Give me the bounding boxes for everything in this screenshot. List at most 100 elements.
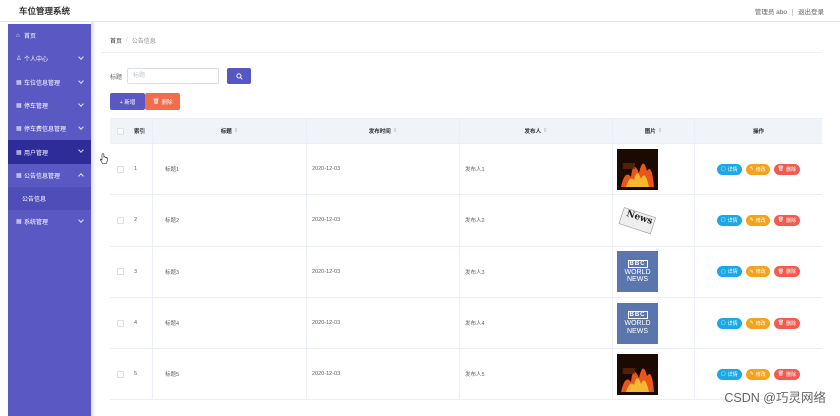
header-title[interactable]: 标题 ⇕: [152, 119, 306, 143]
cell-image: [612, 144, 694, 195]
bulk-delete-button[interactable]: 🗑 删除: [145, 93, 180, 110]
sidebar-item-label: 用户管理: [24, 150, 49, 157]
cell-date: 2020-12-03: [306, 195, 459, 246]
grid-icon: ▦: [16, 79, 22, 86]
search-input[interactable]: [127, 68, 220, 84]
header-ops: 操作: [694, 119, 822, 143]
row-checkbox[interactable]: [116, 319, 124, 327]
detail-icon: ▢: [720, 320, 726, 327]
row-checkbox[interactable]: [116, 216, 124, 224]
top-right-links: 管理员 abo 退出登录: [755, 6, 824, 16]
trash-icon: 🗑: [777, 268, 785, 275]
user-label: 管理员 abo: [754, 9, 787, 16]
cell-index: 2: [134, 217, 138, 224]
cell-title: 标题4: [152, 297, 306, 349]
fire-news-thumbnail: [617, 353, 658, 395]
chevron-up-icon: [78, 172, 84, 179]
detail-icon: ▢: [720, 217, 726, 224]
bbc-world-news-thumbnail: BBC WORLD NEWS: [617, 302, 658, 344]
search-button[interactable]: [227, 68, 252, 84]
action-row: + 新增 🗑 删除: [110, 93, 180, 110]
detail-button[interactable]: ▢ 详情: [716, 163, 742, 175]
delete-button[interactable]: 🗑 删除: [773, 163, 801, 175]
delete-button[interactable]: 🗑 删除: [773, 266, 801, 278]
sidebar-item-system[interactable]: ▦ 系统管理: [8, 210, 91, 233]
detail-icon: ▢: [720, 371, 726, 378]
grid-icon: ▦: [16, 126, 22, 133]
header-image[interactable]: 图片 ⇕: [612, 119, 694, 143]
row-checkbox[interactable]: [116, 370, 124, 378]
cell-title: 标题2: [152, 195, 306, 246]
trash-icon: 🗑: [777, 320, 785, 327]
sidebar-item-3[interactable]: ▦ 停车管理: [8, 94, 91, 117]
sidebar-item-label: 车位信息管理: [24, 80, 61, 87]
cell-publisher: 发布人1: [459, 144, 612, 195]
main-content: 首页 / 公告信息 标题 + 新增 🗑删除 索引 标题⇕ 发布时间⇕ 发布人⇕ …: [101, 28, 822, 416]
cell-ops: ▢ 详情 ✎ 修改 🗑 删除: [694, 144, 822, 195]
sidebar-item-label: 公告信息管理: [24, 173, 61, 180]
edit-button[interactable]: ✎ 修改: [745, 163, 770, 175]
sidebar-shadow: [91, 22, 96, 416]
row-checkbox[interactable]: [116, 268, 124, 276]
bulk-delete-label: 删除: [161, 99, 173, 106]
sidebar-item-5[interactable]: ▦ 用户管理: [8, 140, 91, 164]
header-date[interactable]: 发布时间 ⇕: [306, 119, 459, 143]
search-row: 标题: [110, 68, 252, 84]
edit-button[interactable]: ✎ 修改: [745, 214, 770, 226]
divider: [792, 8, 793, 16]
cell-publisher: 发布人3: [459, 246, 612, 297]
sidebar-item-4[interactable]: ▦ 停车费信息管理: [8, 117, 91, 140]
sort-icon: ⇕: [657, 128, 663, 134]
chevron-down-icon: [78, 101, 84, 107]
trash-icon: 🗑: [777, 166, 785, 173]
detail-button[interactable]: ▢ 详情: [716, 266, 742, 278]
cell-index: 4: [134, 320, 138, 327]
cell-image: BBC WORLD NEWS: [612, 297, 694, 349]
table-row: 1 标题1 2020-12-03 发布人1 ▢ 详情 ✎ 修改 🗑 删除: [110, 144, 822, 196]
delete-button[interactable]: 🗑 删除: [773, 214, 801, 226]
detail-button[interactable]: ▢ 详情: [716, 317, 742, 329]
edit-icon: ✎: [749, 268, 754, 275]
bbc-text-bbc_logo: BBC: [627, 259, 648, 269]
cell-date: 2020-12-03: [306, 297, 459, 349]
sidebar-item-6[interactable]: ▦ 公告信息管理: [8, 164, 91, 187]
delete-button[interactable]: 🗑 删除: [773, 317, 801, 329]
cell-title: 标题5: [152, 349, 306, 400]
bbc-text-bbc_news: NEWS: [627, 327, 648, 335]
logout-link[interactable]: 退出登录: [798, 9, 824, 16]
detail-button[interactable]: ▢ 详情: [716, 368, 742, 380]
sidebar-item-0[interactable]: ⌂ 首页: [8, 24, 91, 47]
breadcrumb-separator: /: [126, 37, 128, 43]
sidebar-item-label: 停车费信息管理: [24, 127, 67, 134]
app-title: 车位管理系统: [19, 6, 71, 16]
table-row: 3 标题3 2020-12-03 发布人3 BBC WORLD NEWS ▢ 详情 ✎ 修改 🗑 删除: [110, 246, 822, 298]
chevron-down-icon: [78, 147, 84, 154]
edit-button[interactable]: ✎ 修改: [745, 317, 770, 329]
edit-button[interactable]: ✎ 修改: [745, 368, 770, 380]
detail-button[interactable]: ▢ 详情: [716, 214, 742, 226]
add-button[interactable]: + 新增: [110, 93, 145, 110]
data-table: 索引 标题 ⇕ 发布时间 ⇕ 发布人 ⇕ 图片 ⇕ 操作 1 标题1 2020-12-03 发…: [110, 118, 822, 401]
edit-button[interactable]: ✎ 修改: [745, 266, 770, 278]
edit-icon: ✎: [749, 217, 754, 224]
cell-publisher: 发布人2: [459, 195, 612, 246]
row-checkbox[interactable]: [116, 165, 124, 173]
header-index: 索引: [134, 129, 146, 135]
header-publisher[interactable]: 发布人 ⇕: [459, 119, 612, 143]
cell-date: 2020-12-03: [306, 349, 459, 400]
chevron-down-icon: [78, 54, 84, 61]
sidebar-item-label: 个人中心: [24, 57, 49, 64]
delete-button[interactable]: 🗑 删除: [773, 368, 801, 380]
sidebar-item-1[interactable]: ♙ 个人中心: [8, 47, 91, 70]
fire-news-thumbnail: [617, 148, 658, 190]
sidebar-item-label: 系统管理: [24, 220, 49, 227]
breadcrumb-home[interactable]: 首页: [110, 36, 122, 45]
sidebar-item-label: 停车管理: [24, 104, 49, 111]
grid-icon: ▦: [16, 149, 22, 156]
sort-icon: ⇕: [542, 128, 548, 134]
cell-ops: ▢ 详情 ✎ 修改 🗑 删除: [694, 246, 822, 297]
select-all-checkbox[interactable]: [116, 127, 124, 135]
submenu-item-0[interactable]: 公告信息: [8, 187, 91, 211]
sidebar-item-2[interactable]: ▦ 车位信息管理: [8, 71, 91, 94]
bbc-text-bbc_world: WORLD: [624, 320, 651, 328]
